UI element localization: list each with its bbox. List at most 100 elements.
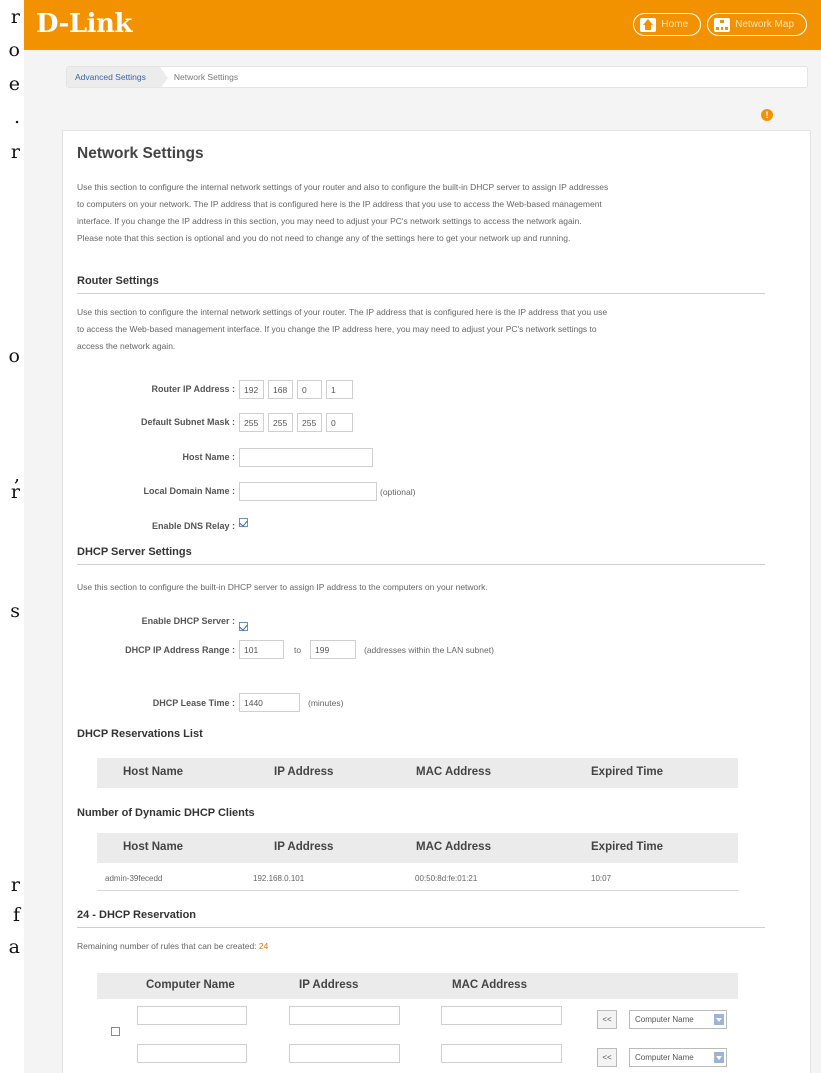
- chevron-down-icon: [714, 1014, 724, 1025]
- column-header: MAC Address: [416, 841, 491, 853]
- subnet-mask-octet-4[interactable]: 0: [326, 413, 353, 432]
- breadcrumb-current: Network Settings: [173, 72, 239, 82]
- router-ip-octet-1[interactable]: 192: [239, 380, 264, 399]
- clipped-char: o: [8, 39, 20, 61]
- computer-name-select[interactable]: Computer Name: [629, 1048, 727, 1067]
- client-ip-address: 192.168.0.101: [253, 874, 305, 883]
- computer-name-select[interactable]: Computer Name: [629, 1010, 727, 1029]
- network-map-icon: [714, 17, 731, 32]
- column-header: Expired Time: [591, 766, 664, 778]
- breadcrumb-advanced-settings[interactable]: Advanced Settings: [67, 67, 168, 89]
- intro-line: interface. If you change the IP address …: [77, 216, 582, 226]
- clipped-char: r: [10, 6, 20, 28]
- reservation-table-header: Computer Name IP Address MAC Address: [97, 973, 738, 999]
- select-value: Computer Name: [635, 1053, 694, 1062]
- breadcrumb: Advanced Settings Network Settings: [66, 66, 808, 89]
- router-ip-label: Router IP Address :: [151, 384, 235, 394]
- dhcp-range-start-input[interactable]: 101: [239, 640, 284, 659]
- column-header: Computer Name: [146, 979, 235, 991]
- dlink-logo: D-Link: [36, 9, 132, 39]
- column-header: IP Address: [299, 979, 359, 991]
- clipped-char: r: [10, 141, 20, 163]
- remaining-rules-count: 24: [258, 941, 269, 951]
- dhcp-server-title: DHCP Server Settings: [77, 546, 192, 558]
- subnet-mask-octet-2[interactable]: 255: [268, 413, 293, 432]
- divider: [77, 927, 765, 928]
- subnet-mask-octet-3[interactable]: 255: [297, 413, 322, 432]
- column-header: IP Address: [274, 766, 334, 778]
- reservation-mac-input[interactable]: [441, 1044, 562, 1063]
- dns-relay-label: Enable DNS Relay :: [151, 521, 235, 531]
- client-mac-address: 00:50:8d:fe:01:21: [415, 874, 478, 883]
- clipped-char: s: [10, 600, 20, 622]
- network-map-label: Network Map: [735, 19, 794, 30]
- select-value: Computer Name: [635, 1015, 694, 1024]
- clipped-text-column: r o e . r o , r s r f a: [0, 0, 24, 1073]
- divider: [77, 564, 765, 565]
- dhcp-range-end-input[interactable]: 199: [310, 640, 356, 659]
- column-header: Host Name: [123, 841, 184, 853]
- dhcp-range-label: DHCP IP Address Range :: [125, 645, 235, 655]
- router-ip-octet-2[interactable]: 168: [268, 380, 293, 399]
- desc-line: access the network again.: [77, 341, 176, 351]
- range-to-label: to: [294, 645, 302, 655]
- reservation-enable-checkbox[interactable]: [111, 1027, 120, 1036]
- column-header: Expired Time: [591, 841, 664, 853]
- dynamic-clients-title: Number of Dynamic DHCP Clients: [77, 807, 255, 819]
- intro-line: to computers on your network. The IP add…: [77, 199, 602, 209]
- dynamic-clients-table-header: Host Name IP Address MAC Address Expired…: [97, 833, 738, 863]
- client-host-name: admin-39fecedd: [105, 874, 163, 883]
- top-bar: D-Link Home Network Map: [24, 0, 821, 50]
- reservation-ip-input[interactable]: [289, 1006, 400, 1025]
- network-map-button[interactable]: Network Map: [707, 13, 807, 36]
- client-expired-time: 10:07: [591, 874, 612, 883]
- computer-name-input[interactable]: [137, 1006, 247, 1025]
- clipped-char: r: [10, 874, 20, 896]
- intro-line: Please note that this section is optiona…: [77, 233, 571, 243]
- column-header: MAC Address: [452, 979, 527, 991]
- chevron-down-icon: [714, 1052, 724, 1063]
- home-icon: [640, 17, 657, 32]
- copy-computer-button[interactable]: <<: [597, 1048, 617, 1067]
- reservation-ip-input[interactable]: [289, 1044, 400, 1063]
- local-domain-label: Local Domain Name :: [143, 486, 235, 496]
- home-button[interactable]: Home: [633, 13, 702, 36]
- router-admin-window: D-Link Home Network Map Advanced Setting…: [24, 0, 821, 1073]
- column-header: MAC Address: [416, 766, 491, 778]
- column-header: IP Address: [274, 841, 334, 853]
- computer-name-input[interactable]: [137, 1044, 247, 1063]
- optional-note: (optional): [380, 487, 416, 497]
- dhcp-reservation-title: 24 - DHCP Reservation: [77, 909, 197, 921]
- desc-line: Use this section to configure the intern…: [77, 307, 608, 317]
- router-settings-desc: Use this section to configure the intern…: [77, 304, 802, 355]
- clipped-char: e: [8, 73, 20, 95]
- reservations-list-title: DHCP Reservations List: [77, 728, 203, 740]
- intro-text: Use this section to configure the intern…: [77, 179, 802, 247]
- router-settings-title: Router Settings: [77, 275, 159, 287]
- range-note: (addresses within the LAN subnet): [364, 645, 494, 655]
- local-domain-input[interactable]: [239, 482, 377, 501]
- desc-line: to access the Web-based management inter…: [77, 324, 597, 334]
- router-ip-octet-3[interactable]: 0: [297, 380, 322, 399]
- intro-line: Use this section to configure the intern…: [77, 182, 609, 192]
- clipped-char: r: [10, 481, 20, 503]
- lease-time-label: DHCP Lease Time :: [152, 698, 235, 708]
- dhcp-desc: Use this section to configure the built-…: [77, 582, 488, 592]
- lease-time-input[interactable]: 1440: [239, 693, 300, 712]
- remaining-rules-text: Remaining number of rules that can be cr…: [77, 941, 268, 951]
- subnet-mask-octet-1[interactable]: 255: [239, 413, 264, 432]
- info-icon[interactable]: !: [761, 109, 773, 121]
- table-row: admin-39fecedd 192.168.0.101 00:50:8d:fe…: [97, 865, 738, 891]
- copy-computer-button[interactable]: <<: [597, 1010, 617, 1029]
- enable-dhcp-checkbox[interactable]: [239, 622, 248, 631]
- page-title: Network Settings: [77, 145, 204, 162]
- clipped-char: o: [8, 345, 20, 367]
- clipped-char: .: [13, 106, 20, 128]
- enable-dhcp-label: Enable DHCP Server :: [141, 616, 235, 626]
- host-name-input[interactable]: [239, 448, 373, 467]
- reservation-mac-input[interactable]: [441, 1006, 562, 1025]
- dns-relay-checkbox[interactable]: [239, 518, 248, 527]
- home-label: Home: [661, 19, 689, 30]
- content-panel: Network Settings Use this section to con…: [62, 130, 811, 1073]
- router-ip-octet-4[interactable]: 1: [326, 380, 353, 399]
